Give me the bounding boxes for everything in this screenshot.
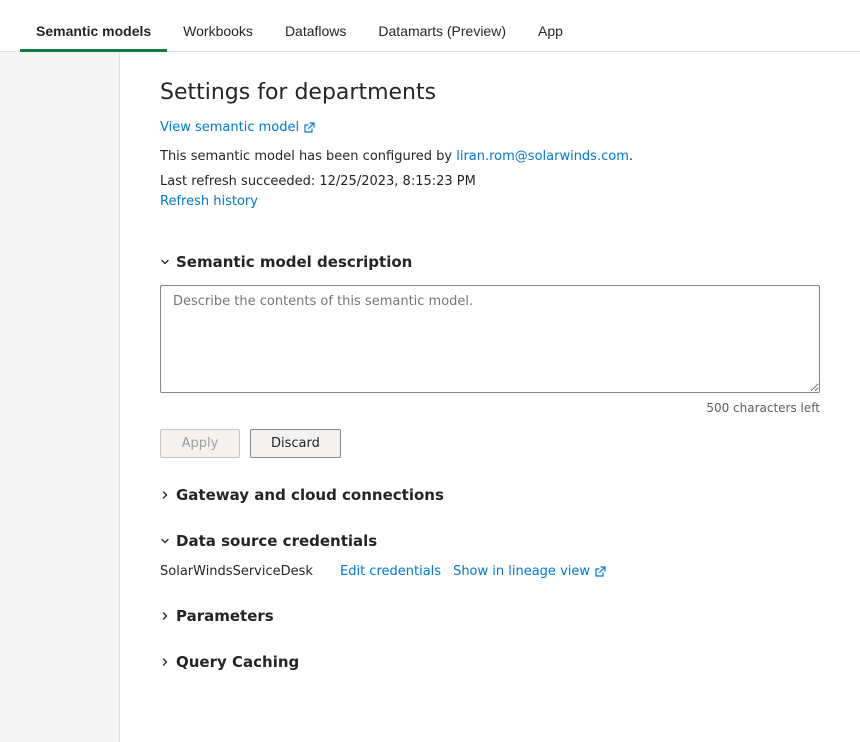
query-caching-section-header[interactable]: Query Caching (160, 653, 820, 671)
view-semantic-model-link[interactable]: View semantic model (160, 120, 315, 135)
discard-button[interactable]: Discard (250, 429, 341, 458)
data-source-chevron-icon (160, 536, 170, 546)
sidebar (0, 52, 120, 742)
last-refresh-info: Last refresh succeeded: 12/25/2023, 8:15… (160, 174, 820, 189)
description-textarea[interactable] (160, 285, 820, 393)
description-buttons: Apply Discard (160, 429, 820, 458)
data-source-section-header[interactable]: Data source credentials (160, 532, 820, 550)
apply-button[interactable]: Apply (160, 429, 240, 458)
description-chevron-icon (160, 257, 170, 267)
tab-semantic-models[interactable]: Semantic models (20, 9, 167, 51)
nav-tabs: Semantic models Workbooks Dataflows Data… (0, 0, 860, 52)
edit-credentials-link[interactable]: Edit credentials (340, 564, 441, 579)
char-count: 500 characters left (160, 401, 820, 415)
data-source-actions: Edit credentials Show in lineage view (340, 564, 606, 579)
tab-workbooks[interactable]: Workbooks (167, 9, 269, 51)
description-section: Semantic model description 500 character… (160, 253, 820, 458)
content-area: Settings for departments View semantic m… (120, 52, 860, 742)
data-source-name: SolarWindsServiceDesk (160, 564, 320, 579)
gateway-section-header[interactable]: Gateway and cloud connections (160, 486, 820, 504)
gateway-chevron-icon (160, 490, 170, 500)
data-source-section: Data source credentials SolarWindsServic… (160, 532, 820, 579)
query-caching-chevron-icon (160, 657, 170, 667)
page-title: Settings for departments (160, 80, 820, 105)
external-link-icon (303, 122, 315, 134)
lineage-external-icon (594, 566, 606, 578)
parameters-section: Parameters (160, 607, 820, 625)
data-source-row: SolarWindsServiceDesk Edit credentials S… (160, 564, 820, 579)
gateway-section: Gateway and cloud connections (160, 486, 820, 504)
refresh-history-link[interactable]: Refresh history (160, 194, 258, 209)
tab-dataflows[interactable]: Dataflows (269, 9, 362, 51)
show-lineage-link[interactable]: Show in lineage view (453, 564, 606, 579)
config-text: This semantic model has been configured … (160, 149, 820, 164)
tab-datamarts[interactable]: Datamarts (Preview) (362, 9, 522, 51)
tab-app[interactable]: App (522, 9, 579, 51)
parameters-chevron-icon (160, 611, 170, 621)
description-section-header[interactable]: Semantic model description (160, 253, 820, 271)
query-caching-section: Query Caching (160, 653, 820, 671)
parameters-section-header[interactable]: Parameters (160, 607, 820, 625)
config-email-link[interactable]: liran.rom@solarwinds.com (456, 149, 629, 164)
main-layout: Settings for departments View semantic m… (0, 52, 860, 742)
